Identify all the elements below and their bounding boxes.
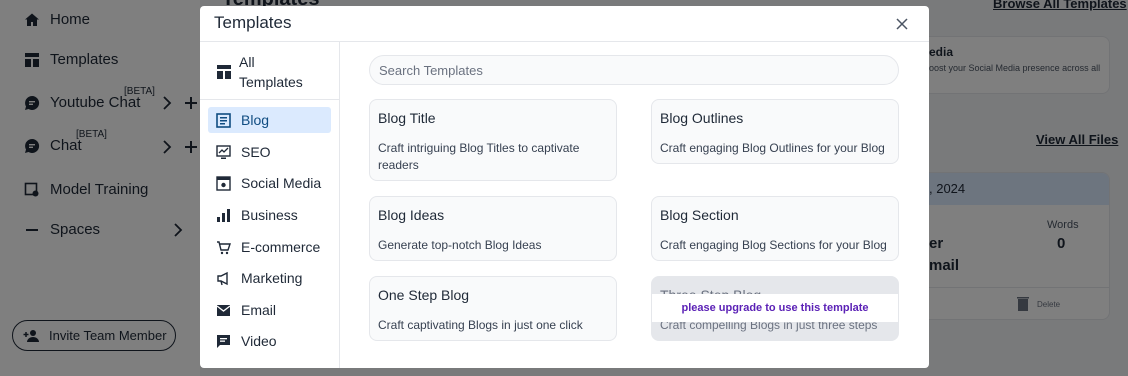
- category-label: Marketing: [241, 270, 303, 286]
- category-label: Video: [241, 333, 277, 349]
- blog-icon: [216, 112, 231, 128]
- category-marketing[interactable]: Marketing: [208, 265, 331, 291]
- templates-modal: Templates All Templates Blog SEO Social …: [200, 6, 929, 368]
- email-icon: [216, 304, 231, 316]
- template-description: Craft engaging Blog Outlines for your Bl…: [660, 141, 885, 155]
- category-social-media[interactable]: Social Media: [208, 170, 331, 196]
- template-description: Craft engaging Blog Sections for your Bl…: [660, 238, 887, 252]
- template-description: Craft captivating Blogs in just one clic…: [378, 318, 583, 332]
- modal-title: Templates: [214, 13, 292, 32]
- template-description: Craft intriguing Blog Titles to captivat…: [378, 141, 580, 172]
- category-business[interactable]: Business: [208, 202, 331, 228]
- template-card-blog-section[interactable]: Blog Section Craft engaging Blog Section…: [651, 196, 899, 261]
- search-templates-input[interactable]: [369, 55, 899, 85]
- video-icon: [217, 334, 230, 348]
- seo-icon: [216, 144, 231, 159]
- template-card-blog-outlines[interactable]: Blog Outlines Craft engaging Blog Outlin…: [651, 99, 899, 164]
- category-blog[interactable]: Blog: [208, 107, 331, 133]
- cart-icon: [217, 240, 231, 254]
- business-icon: [217, 208, 230, 222]
- modal-header: Templates: [200, 6, 929, 42]
- template-card-one-step-blog[interactable]: One Step Blog Craft captivating Blogs in…: [369, 276, 617, 341]
- category-video[interactable]: Video: [208, 328, 331, 354]
- templates-icon: [217, 65, 231, 79]
- category-seo[interactable]: SEO: [208, 139, 331, 165]
- all-templates-label: All Templates: [239, 54, 303, 90]
- category-label: Business: [241, 207, 298, 223]
- category-label: Blog: [241, 112, 270, 128]
- category-label: Social Media: [241, 175, 322, 191]
- social-media-icon: [216, 175, 231, 191]
- category-panel: All Templates Blog SEO Social Media Busi…: [200, 42, 340, 368]
- close-icon[interactable]: [895, 17, 909, 31]
- template-title: Blog Ideas: [378, 207, 445, 223]
- template-title: Blog Title: [378, 110, 436, 126]
- upgrade-message[interactable]: please upgrade to use this template: [652, 294, 898, 322]
- template-title: Blog Section: [660, 207, 739, 223]
- template-card-blog-ideas[interactable]: Blog Ideas Generate top-notch Blog Ideas: [369, 196, 617, 261]
- upgrade-text: please upgrade to use this template: [681, 302, 869, 314]
- category-email[interactable]: Email: [208, 297, 331, 323]
- template-card-blog-title[interactable]: Blog Title Craft intriguing Blog Titles …: [369, 99, 617, 181]
- category-label: SEO: [241, 144, 271, 160]
- template-title: One Step Blog: [378, 287, 470, 303]
- category-e-commerce[interactable]: E-commerce: [208, 234, 331, 260]
- template-description: Generate top-notch Blog Ideas: [378, 238, 542, 252]
- template-title: Blog Outlines: [660, 110, 744, 126]
- category-label: Email: [241, 302, 277, 318]
- category-all-templates[interactable]: All Templates: [200, 42, 339, 100]
- template-card-three-step-blog: Three Step Blog Craft compelling Blogs i…: [651, 276, 899, 341]
- megaphone-icon: [217, 271, 228, 285]
- category-label: E-commerce: [241, 239, 321, 255]
